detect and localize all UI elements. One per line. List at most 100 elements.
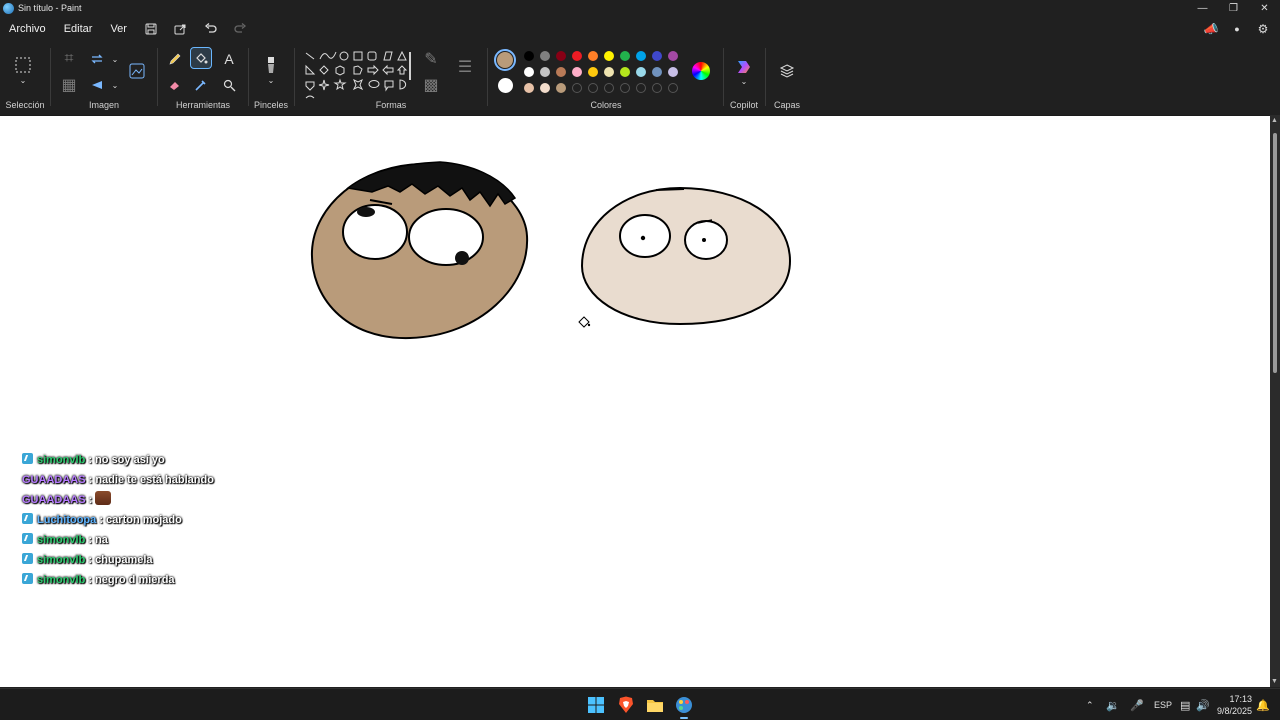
empty-color-slot[interactable]	[572, 83, 582, 93]
color1-selector[interactable]	[494, 49, 516, 71]
empty-color-slot[interactable]	[588, 83, 598, 93]
group-label-herramientas: Herramientas	[175, 100, 231, 110]
layers-icon[interactable]	[776, 60, 798, 82]
select-all-icon[interactable]: ▦	[58, 74, 80, 96]
color-swatch[interactable]	[556, 67, 566, 77]
shapes-scroll-icon[interactable]	[409, 52, 411, 80]
chevron-down-icon[interactable]: ⌄	[104, 48, 126, 70]
image-generator-icon[interactable]	[126, 60, 148, 82]
chat-text: : nadie te está hablando	[85, 474, 214, 486]
start-button[interactable]	[584, 693, 608, 717]
paint-taskbar-icon[interactable]	[672, 693, 696, 719]
color-swatch[interactable]	[668, 51, 678, 61]
network-icon[interactable]: ▤	[1180, 689, 1190, 720]
ribbon: ⌄ Selección ⌗ ⌄ ▦ ⌄ Imagen A Herramienta…	[0, 42, 1280, 114]
color-swatch[interactable]	[620, 51, 630, 61]
empty-color-slot[interactable]	[668, 83, 678, 93]
color-picker-icon[interactable]	[190, 74, 212, 96]
share-icon[interactable]	[166, 16, 196, 42]
clock[interactable]: 17:13 9/8/2025	[1217, 693, 1252, 717]
chat-badge-icon	[22, 513, 33, 524]
color-swatch[interactable]	[620, 67, 630, 77]
color-swatch[interactable]	[604, 67, 614, 77]
undo-icon[interactable]	[196, 16, 226, 42]
group-pinceles: ⌄ Pinceles	[250, 42, 292, 114]
chat-text: :	[85, 494, 96, 506]
scroll-down-icon[interactable]: ▼	[1271, 678, 1278, 685]
chevron-down-icon[interactable]: ⌄	[12, 74, 34, 86]
color-swatch[interactable]	[604, 51, 614, 61]
color-swatch[interactable]	[572, 51, 582, 61]
close-button[interactable]: ✕	[1249, 0, 1280, 16]
color-swatch[interactable]	[524, 51, 534, 61]
file-explorer-icon[interactable]	[643, 693, 667, 717]
color2-swatch[interactable]	[498, 78, 513, 93]
selection-rectangle-icon[interactable]	[12, 54, 34, 76]
feedback-icon[interactable]: 📣	[1200, 18, 1222, 40]
copilot-icon[interactable]	[733, 56, 755, 78]
minimize-button[interactable]: —	[1187, 0, 1218, 16]
color-swatch[interactable]	[652, 51, 662, 61]
scroll-up-icon[interactable]: ▲	[1271, 117, 1278, 124]
color-swatch[interactable]	[540, 67, 550, 77]
chat-text: : chupamela	[85, 554, 153, 566]
fill-style-icon[interactable]: ▩	[420, 74, 442, 96]
chevron-down-icon[interactable]: ⌄	[733, 76, 755, 86]
shapes-gallery-icon[interactable]	[302, 48, 412, 100]
color-swatch[interactable]	[540, 51, 550, 61]
menu-bar: Archivo Editar Ver 📣 ● ⚙	[0, 16, 1280, 42]
chat-text: : no soy así yo	[85, 454, 165, 466]
outline-icon[interactable]: ✎	[420, 48, 442, 70]
text-icon[interactable]: A	[218, 48, 240, 70]
crop-icon[interactable]: ⌗	[58, 48, 80, 70]
empty-color-slot[interactable]	[620, 83, 630, 93]
account-icon[interactable]: ●	[1226, 18, 1248, 40]
show-hidden-icons[interactable]: ⌃	[1086, 689, 1094, 720]
empty-color-slot[interactable]	[652, 83, 662, 93]
color-swatch[interactable]	[524, 83, 534, 93]
clock-time: 17:13	[1229, 694, 1252, 704]
chevron-down-icon[interactable]: ⌄	[104, 74, 126, 96]
color-swatch[interactable]	[652, 67, 662, 77]
notifications-icon[interactable]: 🔔	[1256, 689, 1270, 720]
gear-icon[interactable]: ⚙	[1252, 18, 1274, 40]
magnifier-icon[interactable]	[218, 74, 240, 96]
pencil-icon[interactable]	[164, 48, 186, 70]
shape-size-icon[interactable]: ☰	[454, 56, 476, 78]
color-swatch[interactable]	[636, 51, 646, 61]
menu-archivo[interactable]: Archivo	[0, 23, 55, 35]
drawing-canvas[interactable]: simonvlb : no soy así yo GUAADAAS : nadi…	[0, 115, 1280, 687]
empty-color-slot[interactable]	[636, 83, 646, 93]
color-swatch[interactable]	[588, 67, 598, 77]
microphone-icon[interactable]: 🎤	[1130, 689, 1144, 720]
chevron-down-icon[interactable]: ⌄	[260, 74, 282, 86]
chat-message: simonvlb : negro d mierda	[22, 570, 222, 590]
scrollbar-thumb[interactable]	[1273, 133, 1277, 373]
speaker-icon[interactable]: 🔊	[1196, 689, 1210, 720]
chat-text: : carton mojado	[96, 514, 182, 526]
color-swatch[interactable]	[668, 67, 678, 77]
empty-color-slot[interactable]	[604, 83, 614, 93]
brave-browser-icon[interactable]	[614, 693, 638, 717]
color-swatch[interactable]	[556, 83, 566, 93]
save-icon[interactable]	[136, 16, 166, 42]
group-formas: ✎ ☰ ▩ Formas	[296, 42, 486, 114]
restore-button[interactable]: ❐	[1218, 0, 1249, 16]
color-swatch[interactable]	[524, 67, 534, 77]
color-swatch[interactable]	[588, 51, 598, 61]
brush-icon[interactable]	[260, 54, 282, 76]
color-swatch[interactable]	[540, 83, 550, 93]
color-swatch[interactable]	[636, 67, 646, 77]
volume-icon[interactable]: 🔉	[1106, 689, 1120, 720]
color-swatch[interactable]	[556, 51, 566, 61]
fill-bucket-icon[interactable]	[190, 47, 212, 69]
chat-username: GUAADAAS	[22, 494, 86, 506]
edit-colors-icon[interactable]	[692, 62, 710, 80]
redo-icon[interactable]	[226, 16, 256, 42]
language-indicator[interactable]: ESP	[1154, 689, 1172, 720]
menu-editar[interactable]: Editar	[55, 23, 102, 35]
vertical-scrollbar[interactable]: ▲ ▼	[1270, 115, 1280, 687]
menu-ver[interactable]: Ver	[101, 23, 136, 35]
eraser-icon[interactable]	[164, 74, 186, 96]
color-swatch[interactable]	[572, 67, 582, 77]
